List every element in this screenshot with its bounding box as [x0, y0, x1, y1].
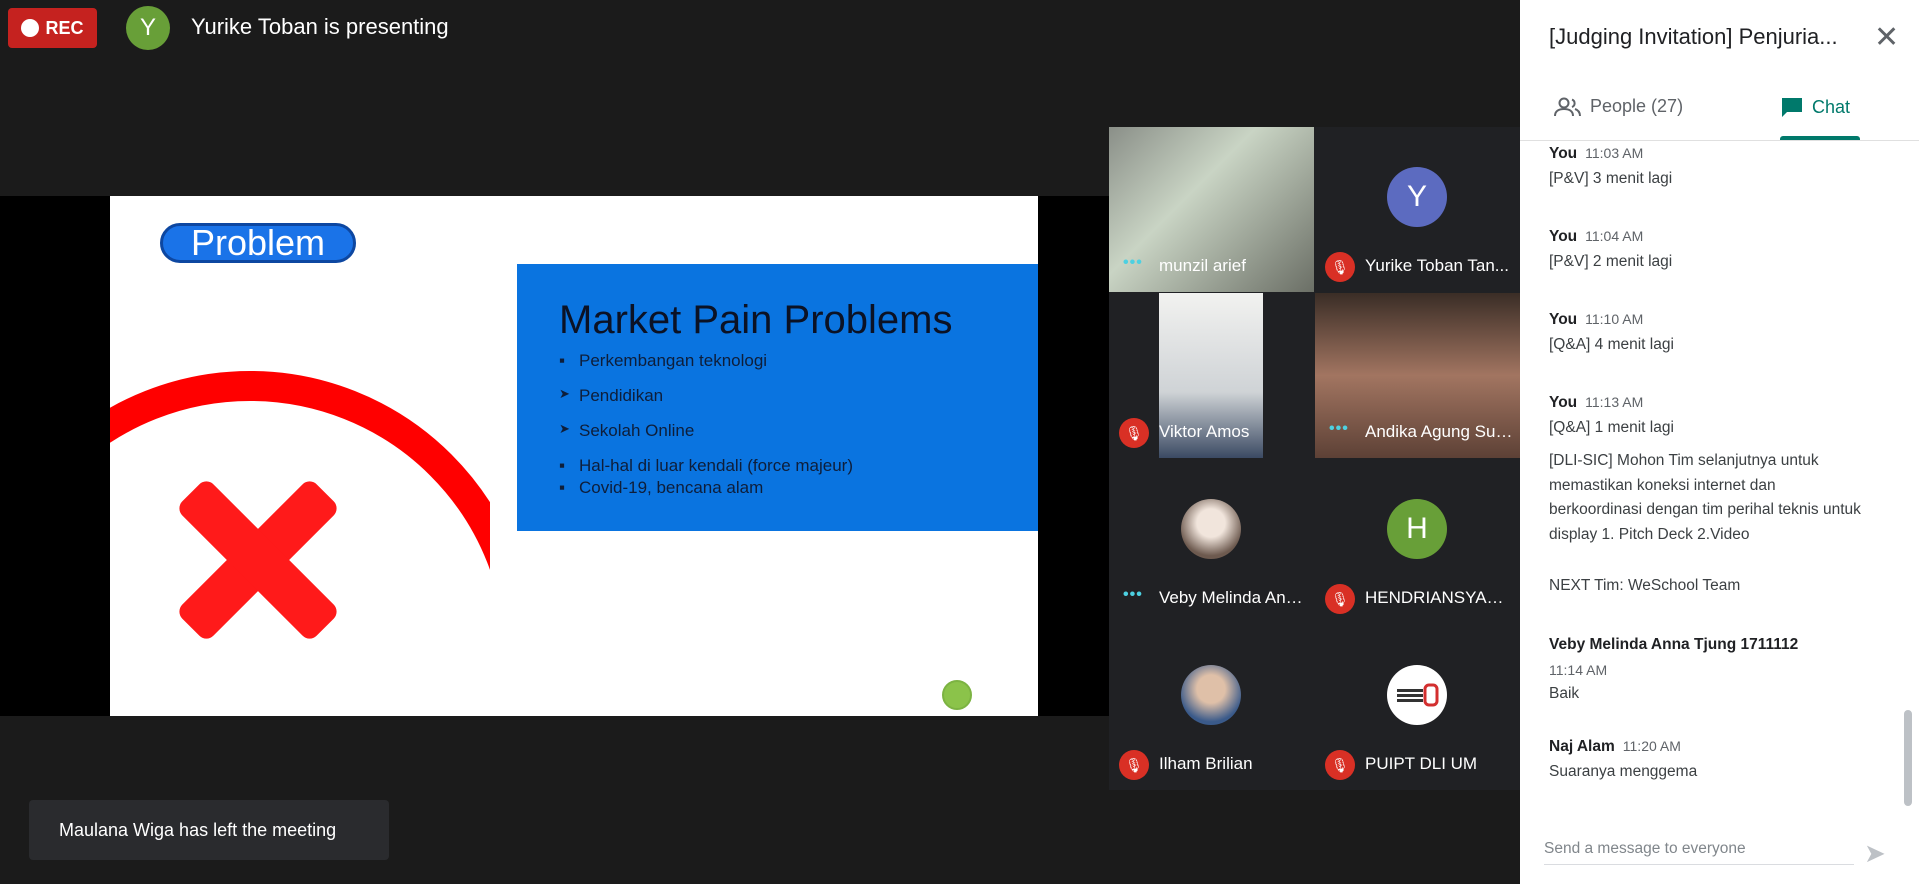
bullet-list: Perkembangan teknologi Pendidikan Sekola… [559, 351, 1038, 498]
pointer-dot [942, 680, 972, 710]
participant-tile[interactable]: 🎙 Viktor Amos [1109, 293, 1314, 458]
message-text: [DLI-SIC] Mohon Tim selanjutnya untuk me… [1549, 452, 1861, 543]
bullet-item: Hal-hal di luar kendali (force majeur) [559, 456, 1038, 476]
send-icon[interactable]: ➤ [1864, 838, 1886, 869]
participant-name: Andika Agung Sut... [1365, 422, 1514, 441]
message-time: 11:14 AM [1549, 661, 1608, 678]
bullet-item-continuation: Covid-19, bencana alam [559, 478, 1038, 498]
bullet-text: Hal-hal di luar kendali (force majeur) [579, 456, 854, 475]
message-text: NEXT Tim: WeSchool Team [1549, 577, 1741, 594]
participant-avatar: Y [1387, 167, 1447, 227]
participant-avatar [1181, 499, 1241, 559]
speaking-indicator-icon: ••• [1329, 420, 1349, 437]
speaking-indicator-icon: ••• [1123, 254, 1143, 271]
message-time: 11:04 AM [1585, 228, 1644, 244]
participant-tile[interactable]: ••• Veby Melinda Ann... [1109, 459, 1314, 624]
message-text: Suaranya menggema [1549, 762, 1698, 780]
message-text: [Q&A] 1 menit lagi [1549, 418, 1674, 436]
chat-message: Naj Alam 11:20 AM Suaranya menggema [1549, 734, 1869, 784]
participant-avatar-logo [1387, 665, 1447, 725]
message-sender: You [1549, 228, 1578, 245]
message-time: 11:13 AM [1585, 394, 1644, 410]
meeting-title: [Judging Invitation] Penjuria... [1549, 24, 1838, 49]
participant-name: munzil arief [1159, 256, 1246, 275]
close-icon[interactable]: ✕ [1874, 20, 1899, 55]
message-sender: You [1549, 311, 1578, 328]
mic-off-icon: 🎙 [1119, 418, 1149, 448]
tab-chat-label: Chat [1812, 96, 1851, 117]
chat-message: [DLI-SIC] Mohon Tim selanjutnya untuk me… [1549, 449, 1869, 547]
presentation-area: Problem Market Pain Problems Perkembanga… [0, 196, 1109, 716]
slide-heading: Market Pain Problems [559, 298, 953, 342]
participant-tile[interactable]: H 🎙 HENDRIANSYAH ... [1315, 459, 1520, 624]
message-sender: Veby Melinda Anna Tjung 1711112 [1549, 636, 1799, 653]
meeting-stage: REC Y Yurike Toban is presenting Problem… [0, 0, 1520, 884]
participant-name: HENDRIANSYAH ... [1365, 588, 1514, 607]
side-panel: [Judging Invitation] Penjuria... ✕ Peopl… [1520, 0, 1919, 884]
message-time: 11:10 AM [1585, 311, 1644, 327]
message-text: [P&V] 3 menit lagi [1549, 169, 1673, 187]
chat-message: Veby Melinda Anna Tjung 1711112 11:14 AM… [1549, 633, 1869, 707]
tab-people[interactable]: People (27) [1554, 96, 1683, 117]
mic-off-icon: 🎙 [1325, 750, 1355, 780]
message-time: 11:03 AM [1585, 145, 1644, 161]
participant-name: Veby Melinda Ann... [1159, 588, 1308, 607]
active-tab-indicator [1780, 136, 1860, 140]
rec-label: REC [45, 17, 84, 38]
mic-off-icon: 🎙 [1325, 584, 1355, 614]
tab-people-label: People (27) [1590, 96, 1684, 116]
chat-scrollbar[interactable] [1904, 710, 1912, 806]
presenting-text: Yurike Toban is presenting [191, 14, 449, 39]
dli-logo-icon [1397, 683, 1439, 707]
participant-grid: ••• munzil arief Y 🎙 Yurike Toban Tan...… [1109, 127, 1520, 790]
participant-tile[interactable]: Y 🎙 Yurike Toban Tan... [1315, 127, 1520, 292]
message-sender: You [1549, 145, 1578, 162]
chat-message: You 11:10 AM [Q&A] 4 menit lagi [1549, 307, 1869, 357]
message-sender: You [1549, 394, 1578, 411]
chat-message: You 11:04 AM [P&V] 2 menit lagi [1549, 224, 1869, 274]
participant-tile[interactable]: ••• munzil arief [1109, 127, 1314, 292]
x-mark-icon [110, 371, 490, 639]
participant-name: Yurike Toban Tan... [1365, 256, 1509, 275]
record-dot-icon [21, 19, 40, 37]
problem-box: Market Pain Problems Perkembangan teknol… [517, 264, 1038, 531]
participant-avatar [1181, 665, 1241, 725]
speaking-indicator-icon: ••• [1123, 586, 1143, 603]
slide: Problem Market Pain Problems Perkembanga… [110, 196, 1038, 716]
bullet-item: Perkembangan teknologi [559, 351, 1038, 371]
chat-icon [1782, 98, 1802, 117]
notification-toast: Maulana Wiga has left the meeting [29, 800, 389, 860]
message-text: Baik [1549, 685, 1580, 702]
people-icon [1554, 97, 1581, 116]
tab-chat[interactable]: Chat [1780, 96, 1850, 118]
message-text: [P&V] 2 menit lagi [1549, 252, 1673, 270]
bullet-item: Sekolah Online [559, 421, 1038, 441]
mic-off-icon: 🎙 [1119, 750, 1149, 780]
message-input[interactable]: Send a message to everyone [1544, 840, 1854, 865]
chat-message: NEXT Tim: WeSchool Team [1549, 574, 1869, 599]
panel-tabs: People (27) Chat [1520, 86, 1919, 141]
participant-tile[interactable]: ••• Andika Agung Sut... [1315, 293, 1520, 458]
participant-name: PUIPT DLI UM [1365, 754, 1478, 773]
presenter-avatar: Y [126, 6, 170, 50]
top-bar: REC Y Yurike Toban is presenting [0, 0, 1520, 56]
participant-tile[interactable]: 🎙 Ilham Brilian [1109, 625, 1314, 790]
mic-off-icon: 🎙 [1325, 252, 1355, 282]
chat-messages: You 11:03 AM [P&V] 3 menit lagi You 11:04 … [1520, 141, 1900, 811]
bullet-item: Pendidikan [559, 386, 1038, 406]
participant-avatar: H [1387, 499, 1447, 559]
chat-message: You 11:03 AM [P&V] 3 menit lagi [1549, 141, 1869, 191]
message-text: [Q&A] 4 menit lagi [1549, 335, 1674, 353]
recording-indicator: REC [8, 8, 97, 48]
slide-tag: Problem [160, 222, 356, 263]
message-time: 11:20 AM [1622, 738, 1681, 754]
chat-message: You 11:13 AM [Q&A] 1 menit lagi [1549, 390, 1869, 440]
bullet-text: Covid-19, bencana alam [579, 478, 764, 497]
participant-name: Ilham Brilian [1159, 754, 1253, 773]
message-sender: Naj Alam [1549, 738, 1615, 755]
participant-name: Viktor Amos [1159, 422, 1250, 441]
participant-tile[interactable]: 🎙 PUIPT DLI UM [1315, 625, 1520, 790]
